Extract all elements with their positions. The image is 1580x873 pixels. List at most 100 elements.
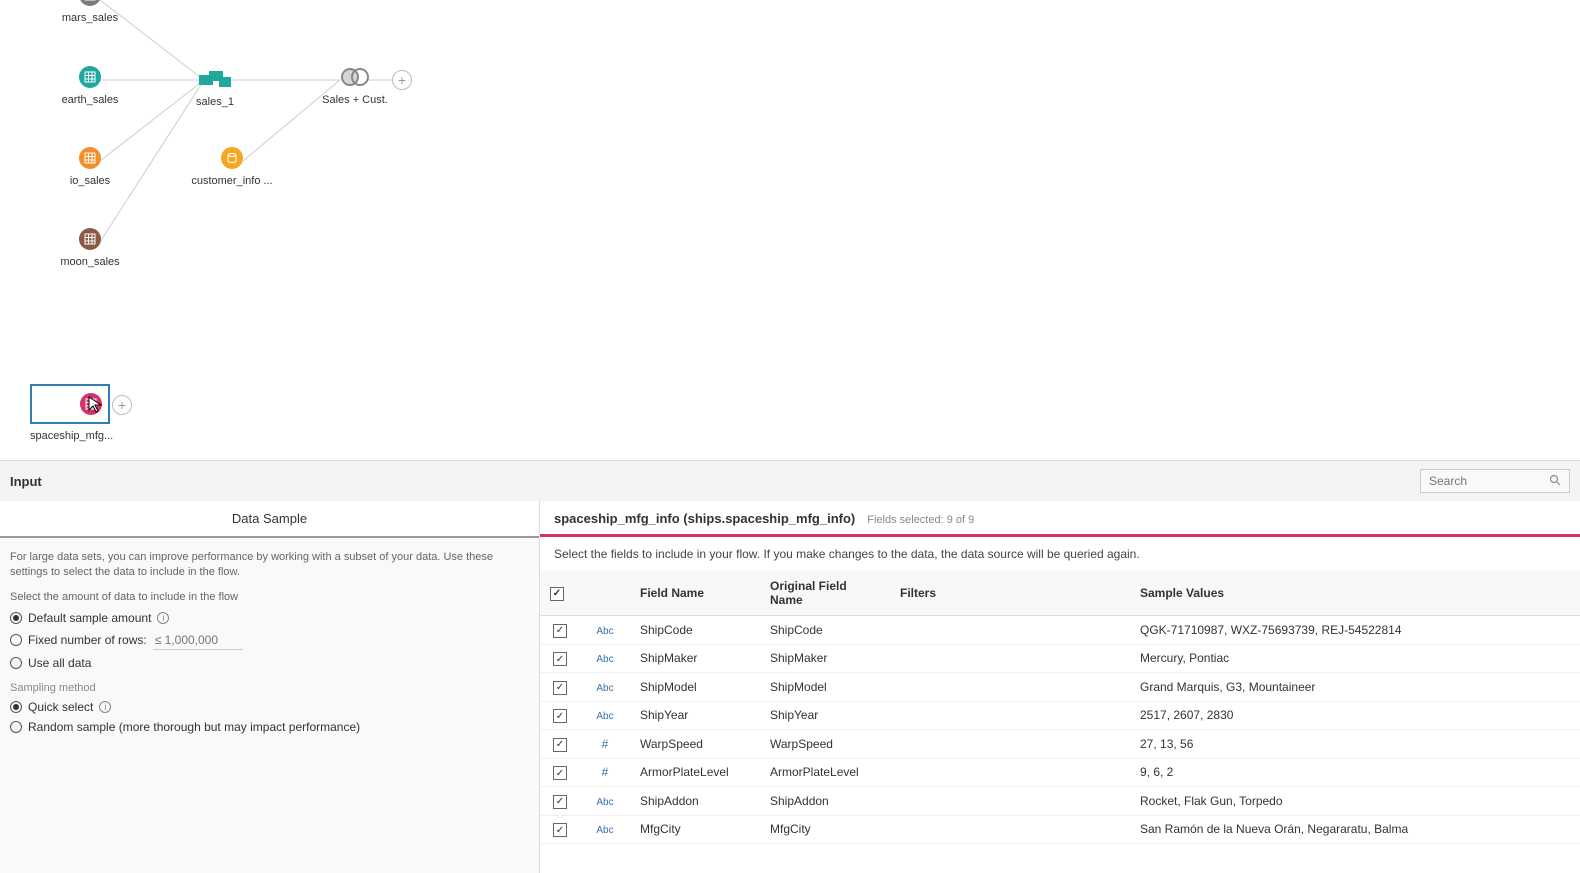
table-icon — [80, 393, 102, 415]
table-row[interactable]: ✓AbcMfgCityMfgCitySan Ramón de la Nueva … — [540, 815, 1580, 844]
table-row[interactable]: ✓AbcShipModelShipModelGrand Marquis, G3,… — [540, 673, 1580, 702]
field-filters — [890, 787, 1130, 816]
radio-fixed-rows[interactable]: Fixed number of rows: — [10, 631, 529, 650]
table-icon — [79, 66, 101, 88]
table-row[interactable]: ✓ Abc ShipAddonShipAddon Rocket, Flak Gun, … — [540, 787, 1580, 816]
row-checkbox[interactable]: ✓ — [553, 823, 567, 837]
node-mars-sales[interactable]: mars_sales — [50, 0, 130, 24]
field-name: ShipCode — [630, 616, 760, 645]
field-filters — [890, 616, 1130, 645]
header-samples[interactable]: Sample Values — [1130, 571, 1580, 616]
row-checkbox[interactable]: ✓ — [553, 681, 567, 695]
sample-values: Rocket, Flak Gun, Torpedo — [1130, 787, 1580, 816]
node-label: Sales + Cust. — [322, 94, 388, 106]
sample-values: San Ramón de la Nueva Orán, Negararatu, … — [1130, 815, 1580, 844]
node-label: sales_1 — [196, 96, 234, 108]
field-name: ShipModel — [630, 673, 760, 702]
row-checkbox[interactable]: ✓ — [553, 738, 567, 752]
original-name: ShipCode — [760, 616, 890, 645]
original-name: ShipAddon — [760, 787, 890, 816]
table-row[interactable]: ✓ Abc ShipCodeShipCode QGK-71710987, WXZ-75… — [540, 616, 1580, 645]
search-input[interactable] — [1420, 469, 1570, 493]
table-row[interactable]: ✓AbcShipMakerShipMakerMercury, Pontiac — [540, 644, 1580, 673]
add-step-button[interactable]: + — [112, 395, 132, 415]
sample-values: QGK-71710987, WXZ-75693739, REJ-54522814 — [1130, 616, 1580, 645]
node-sales-cust-join[interactable]: Sales + Cust. — [315, 68, 395, 106]
node-moon-sales[interactable]: moon_sales — [50, 228, 130, 268]
node-label: customer_info ... — [191, 175, 272, 187]
join-icon — [341, 68, 369, 86]
radio-label: Quick select — [28, 700, 93, 714]
fields-table: ✓ Field Name Original Field Name Filters… — [540, 571, 1580, 844]
radio-label: Default sample amount — [28, 611, 151, 625]
search-field[interactable] — [1429, 474, 1539, 488]
field-filters — [890, 730, 1130, 759]
radio-icon — [10, 657, 22, 669]
hint-text: For large data sets, you can improve per… — [10, 550, 529, 581]
type-icon: # — [602, 765, 609, 779]
field-name: MfgCity — [630, 815, 760, 844]
node-spaceship-mfg[interactable]: spaceship_mfg... — [30, 384, 113, 442]
original-name: ArmorPlateLevel — [760, 758, 890, 787]
fixed-rows-input[interactable] — [153, 631, 243, 650]
row-checkbox[interactable]: ✓ — [553, 624, 567, 638]
node-label: mars_sales — [62, 12, 118, 24]
sample-values: 9, 6, 2 — [1130, 758, 1580, 787]
node-label: spaceship_mfg... — [30, 430, 113, 442]
field-name: ShipAddon — [630, 787, 760, 816]
plus-icon: + — [392, 70, 412, 90]
data-sample-pane: Data Sample For large data sets, you can… — [0, 501, 540, 873]
step-icon — [199, 69, 231, 89]
info-icon[interactable]: i — [99, 701, 111, 713]
add-step-button[interactable]: + — [392, 70, 412, 90]
radio-icon — [10, 612, 22, 624]
radio-icon — [10, 634, 22, 646]
header-checkbox[interactable]: ✓ — [540, 571, 580, 616]
radio-default-sample[interactable]: Default sample amount i — [10, 611, 529, 625]
header-filters[interactable]: Filters — [890, 571, 1130, 616]
field-filters — [890, 701, 1130, 730]
radio-random-sample[interactable]: Random sample (more thorough but may imp… — [10, 720, 529, 734]
field-name: ShipYear — [630, 701, 760, 730]
type-icon: Abc — [596, 626, 613, 637]
sample-values: Grand Marquis, G3, Mountaineer — [1130, 673, 1580, 702]
section-label: Sampling method — [10, 682, 529, 694]
row-checkbox[interactable]: ✓ — [553, 795, 567, 809]
row-checkbox[interactable]: ✓ — [553, 652, 567, 666]
sample-values: Mercury, Pontiac — [1130, 644, 1580, 673]
node-sales-1[interactable]: sales_1 — [175, 68, 255, 108]
input-panel: Input Data Sample For large data sets, y… — [0, 460, 1580, 873]
type-icon: Abc — [596, 797, 613, 808]
original-name: MfgCity — [760, 815, 890, 844]
table-row[interactable]: ✓#WarpSpeedWarpSpeed27, 13, 56 — [540, 730, 1580, 759]
field-name: ArmorPlateLevel — [630, 758, 760, 787]
row-checkbox[interactable]: ✓ — [553, 766, 567, 780]
type-icon: Abc — [596, 654, 613, 665]
node-customer-info[interactable]: customer_info ... — [192, 147, 272, 187]
header-field-name[interactable]: Field Name — [630, 571, 760, 616]
source-name: spaceship_mfg_info (ships.spaceship_mfg_… — [554, 511, 855, 526]
field-filters — [890, 644, 1130, 673]
node-label: io_sales — [70, 175, 110, 187]
radio-label: Random sample (more thorough but may imp… — [28, 720, 360, 734]
flow-canvas[interactable]: mars_sales earth_sales io_sales moon_sal… — [0, 0, 1580, 460]
radio-icon — [10, 701, 22, 713]
field-filters — [890, 758, 1130, 787]
radio-use-all[interactable]: Use all data — [10, 656, 529, 670]
node-earth-sales[interactable]: earth_sales — [50, 66, 130, 106]
header-original-name[interactable]: Original Field Name — [760, 571, 890, 616]
node-io-sales[interactable]: io_sales — [50, 147, 130, 187]
original-name: ShipModel — [760, 673, 890, 702]
radio-quick-select[interactable]: Quick select i — [10, 700, 529, 714]
field-filters — [890, 673, 1130, 702]
type-icon: # — [602, 737, 609, 751]
field-filters — [890, 815, 1130, 844]
radio-icon — [10, 721, 22, 733]
table-row[interactable]: ✓ # ArmorPlateLevelArmorPlateLevel 9, 6, 2 — [540, 758, 1580, 787]
sample-values: 27, 13, 56 — [1130, 730, 1580, 759]
table-row[interactable]: ✓AbcShipYearShipYear2517, 2607, 2830 — [540, 701, 1580, 730]
info-icon[interactable]: i — [157, 612, 169, 624]
row-checkbox[interactable]: ✓ — [553, 709, 567, 723]
tab-data-sample[interactable]: Data Sample — [0, 501, 539, 538]
sample-values: 2517, 2607, 2830 — [1130, 701, 1580, 730]
